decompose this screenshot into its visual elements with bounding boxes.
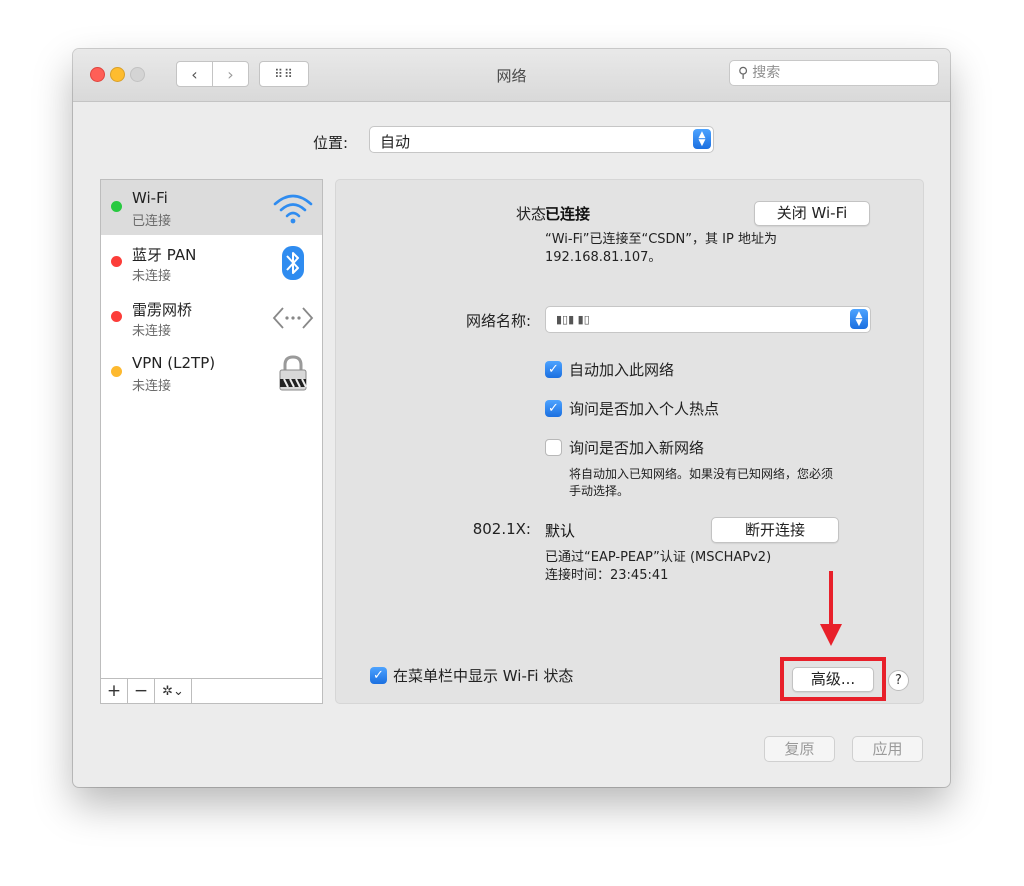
- status-label: 状态:: [515, 205, 551, 223]
- add-service-button[interactable]: +: [101, 679, 128, 703]
- dot1x-value: 默认: [545, 522, 576, 540]
- dot1x-description-line2: 连接时间：23:45:41: [545, 568, 669, 583]
- apply-button[interactable]: 应用: [852, 736, 923, 762]
- service-name: 雷雳网桥: [132, 301, 193, 319]
- ask-new-network-label: 询问是否加入新网络: [569, 439, 705, 457]
- status-description-line2: 192.168.81.107。: [545, 250, 662, 265]
- revert-button[interactable]: 复原: [764, 736, 835, 762]
- location-value: 自动: [380, 133, 411, 151]
- help-button[interactable]: ?: [888, 670, 909, 691]
- dot1x-description-line1: 已通过“EAP-PEAP”认证 (MSCHAPv2): [545, 550, 772, 565]
- turn-off-wifi-button[interactable]: 关闭 Wi-Fi: [754, 201, 870, 226]
- location-popup[interactable]: 自动 ▲ ▼: [369, 126, 714, 153]
- service-item-bluetooth-pan[interactable]: 蓝牙 PAN 未连接: [101, 235, 322, 290]
- service-list: Wi-Fi 已连接 蓝牙 PAN 未连接 雷雳网桥 未连接 VPN (L2TP)…: [100, 179, 323, 704]
- show-wifi-in-menubar-label: 在菜单栏中显示 Wi-Fi 状态: [393, 667, 574, 685]
- network-name-label: 网络名称:: [465, 312, 531, 330]
- ask-new-network-checkbox[interactable]: [545, 439, 562, 456]
- service-status: 已连接: [132, 214, 172, 229]
- auto-join-checkbox[interactable]: ✓: [545, 361, 562, 378]
- service-status: 未连接: [132, 324, 172, 339]
- network-name-value: ▮▯▮ ▮▯: [556, 313, 590, 326]
- service-list-toolbar: + − ✲⌄: [100, 678, 323, 704]
- status-dot: [111, 201, 122, 212]
- location-label: 位置:: [313, 134, 349, 152]
- dot1x-label: 802.1X:: [472, 520, 531, 538]
- gear-icon: ✲⌄: [162, 683, 184, 699]
- service-status: 未连接: [132, 269, 172, 284]
- status-dot: [111, 366, 122, 377]
- service-status: 未连接: [132, 379, 172, 394]
- service-name: 蓝牙 PAN: [132, 246, 197, 264]
- status-description-line1: “Wi-Fi”已连接至“CSDN”，其 IP 地址为: [545, 232, 777, 247]
- search-placeholder: 搜索: [752, 65, 781, 81]
- minus-icon: −: [133, 681, 149, 701]
- ask-new-description-line2: 手动选择。: [569, 484, 630, 498]
- thunderbolt-bridge-icon: [272, 307, 314, 329]
- service-name: Wi-Fi: [132, 189, 168, 207]
- wifi-icon: [273, 194, 313, 224]
- bluetooth-icon: [282, 246, 304, 280]
- action-menu-button[interactable]: ✲⌄: [155, 679, 192, 703]
- plus-icon: +: [106, 681, 122, 701]
- service-name: VPN (L2TP): [132, 354, 216, 372]
- status-dot: [111, 256, 122, 267]
- annotation-arrow-head: [820, 624, 842, 646]
- service-item-vpn[interactable]: VPN (L2TP) 未连接: [101, 345, 322, 400]
- ask-hotspot-checkbox[interactable]: ✓: [545, 400, 562, 417]
- status-value: 已连接: [545, 205, 591, 223]
- service-item-thunderbolt-bridge[interactable]: 雷雳网桥 未连接: [101, 290, 322, 345]
- lock-icon: [279, 355, 307, 391]
- title-bar: ‹ › ⠿⠿ 网络 ⚲ 搜索: [73, 49, 950, 102]
- ask-new-description-line1: 将自动加入已知网络。如果没有已知网络，您必须: [569, 467, 834, 481]
- network-name-popup[interactable]: ▮▯▮ ▮▯ ▲ ▼: [545, 306, 871, 333]
- annotation-highlight-box: [780, 657, 886, 701]
- popup-arrows-icon: ▲ ▼: [850, 309, 868, 329]
- search-icon: ⚲: [738, 65, 749, 81]
- status-dot: [111, 311, 122, 322]
- popup-arrows-icon: ▲ ▼: [693, 129, 711, 149]
- search-field[interactable]: ⚲ 搜索: [729, 60, 939, 86]
- ask-hotspot-label: 询问是否加入个人热点: [569, 400, 720, 418]
- annotation-arrow-shaft: [829, 571, 833, 627]
- remove-service-button[interactable]: −: [128, 679, 155, 703]
- show-wifi-in-menubar-checkbox[interactable]: ✓: [370, 667, 387, 684]
- auto-join-label: 自动加入此网络: [569, 361, 675, 379]
- disconnect-button[interactable]: 断开连接: [711, 517, 839, 543]
- service-item-wifi[interactable]: Wi-Fi 已连接: [101, 180, 322, 235]
